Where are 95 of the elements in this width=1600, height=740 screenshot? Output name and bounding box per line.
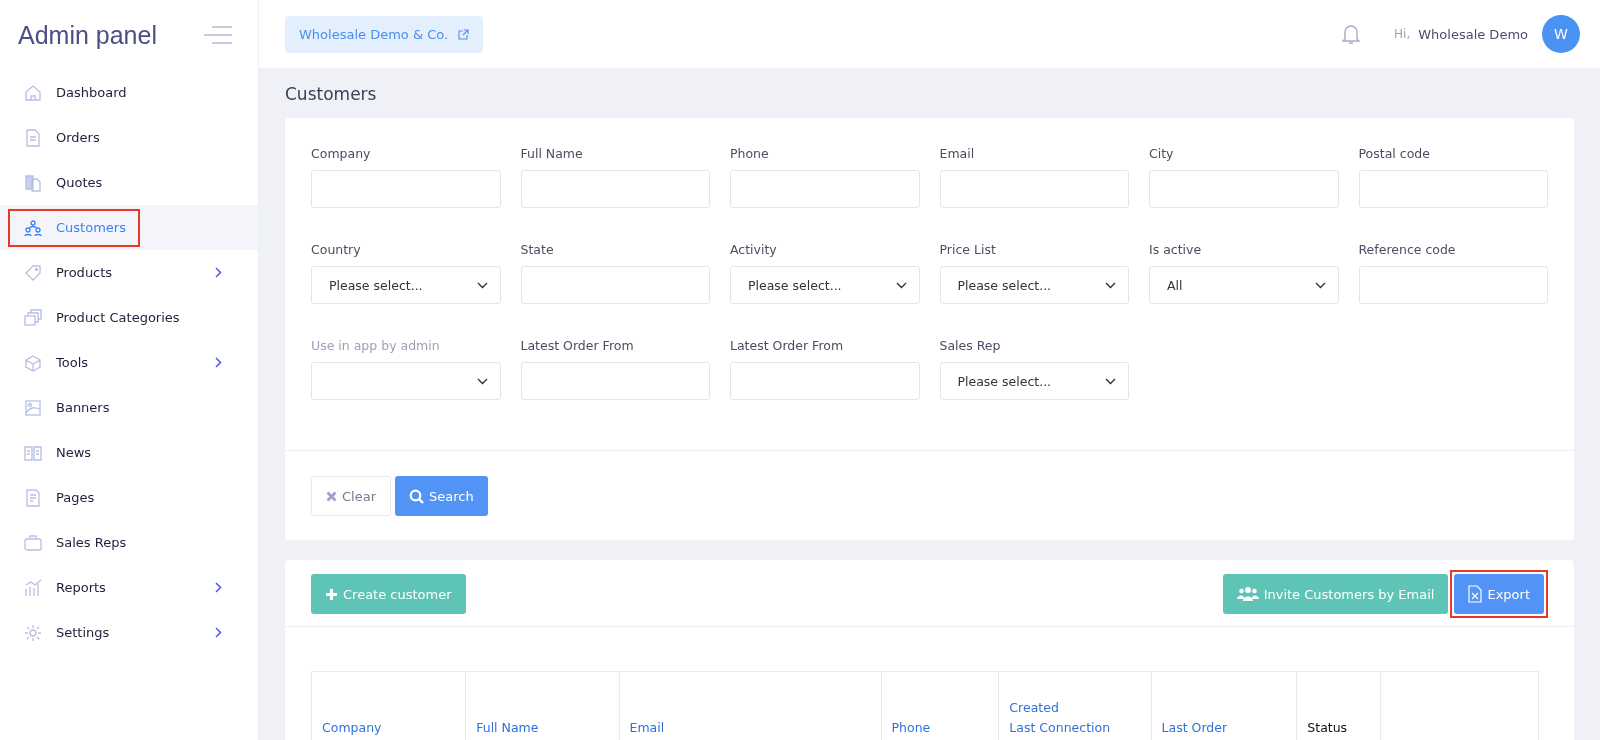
stacked-cards-icon — [24, 308, 42, 327]
menu-icon[interactable] — [204, 25, 232, 45]
chevron-down-icon — [1105, 281, 1116, 289]
column-header[interactable]: Last Order — [1151, 671, 1297, 740]
field-label: Activity — [730, 242, 778, 258]
briefcase-icon — [24, 533, 42, 552]
document-icon — [24, 128, 42, 147]
people-icon — [1236, 586, 1259, 602]
field-label: Sales Rep — [939, 338, 1002, 354]
select-field[interactable]: Please select... — [311, 266, 501, 304]
field-label: City — [1149, 146, 1175, 162]
box-icon — [24, 353, 42, 372]
user-name[interactable]: Wholesale Demo — [1418, 26, 1528, 42]
tag-icon — [24, 263, 42, 282]
column-header[interactable]: Phone — [881, 671, 999, 740]
spreadsheet-file-icon — [1468, 585, 1483, 603]
field-label: Reference code — [1358, 242, 1457, 258]
field-label: Company — [311, 146, 372, 162]
sidebar-item-label: Customers — [56, 220, 126, 235]
sidebar-item[interactable]: Tools — [0, 340, 258, 385]
column-header[interactable]: Company — [311, 671, 466, 740]
sidebar-item-label: Tools — [56, 355, 89, 370]
field-label: Use in app by admin — [311, 338, 441, 354]
field-label: Latest Order From — [730, 338, 845, 354]
select-field[interactable]: Please select... — [730, 266, 920, 304]
field-label: Phone — [730, 146, 770, 162]
column-header[interactable]: Email — [619, 671, 882, 740]
app-title: Admin panel — [18, 20, 157, 50]
field-label: Latest Order From — [520, 338, 635, 354]
field-label: Postal code — [1358, 146, 1431, 162]
input-field[interactable] — [730, 170, 920, 208]
external-link-icon — [458, 28, 470, 40]
field-label: Is active — [1149, 242, 1203, 258]
sidebar-item[interactable]: Products — [0, 250, 258, 295]
field-label: State — [520, 242, 555, 258]
sidebar-item-label: Sales Reps — [56, 535, 127, 550]
picture-icon — [24, 398, 42, 417]
column-header: Status — [1296, 671, 1381, 740]
input-field[interactable] — [311, 170, 501, 208]
sidebar-item-label: Product Categories — [56, 310, 180, 325]
column-header[interactable]: Created Last Connection — [998, 671, 1152, 740]
sidebar-item-label: Settings — [56, 625, 110, 640]
field-label: Price List — [939, 242, 997, 258]
chevron-down-icon — [1105, 377, 1116, 385]
sidebar-item[interactable]: Settings — [0, 610, 258, 655]
greeting-text: Hi, — [1394, 27, 1411, 41]
sidebar-item-label: Products — [56, 265, 113, 280]
plus-icon — [325, 587, 338, 601]
field-label: Full Name — [520, 146, 584, 162]
sidebar-item[interactable]: Dashboard — [0, 70, 258, 115]
input-field[interactable] — [1358, 170, 1548, 208]
select-field[interactable] — [311, 362, 501, 400]
book-icon — [24, 443, 42, 462]
input-field[interactable] — [520, 266, 710, 304]
documents-icon — [24, 173, 42, 192]
input-field[interactable] — [730, 362, 920, 400]
chevron-down-icon — [1314, 281, 1326, 289]
input-field[interactable] — [1358, 266, 1548, 304]
field-label: Country — [311, 242, 362, 258]
input-field[interactable] — [520, 170, 710, 208]
sidebar-item-label: Banners — [56, 400, 110, 415]
input-field[interactable] — [1149, 170, 1339, 208]
select-field[interactable]: Please select... — [939, 266, 1129, 304]
clear-button[interactable]: Clear — [311, 476, 391, 516]
chevron-down-icon — [895, 281, 907, 289]
bell-icon[interactable] — [1342, 23, 1361, 45]
sidebar-item[interactable]: Banners — [0, 385, 258, 430]
sidebar-item[interactable]: Quotes — [0, 160, 258, 205]
chevron-down-icon — [476, 377, 488, 385]
sidebar-item[interactable]: News — [0, 430, 258, 475]
sidebar-item[interactable]: Pages — [0, 475, 258, 520]
page-title: Customers — [285, 84, 378, 104]
select-field[interactable]: Please select... — [939, 362, 1129, 400]
people-icon — [24, 218, 42, 237]
search-icon — [409, 488, 424, 504]
house-icon — [24, 83, 42, 102]
bar-chart-icon — [24, 578, 42, 597]
sidebar-item-label: Orders — [56, 130, 100, 145]
sidebar-item[interactable]: Product Categories — [0, 295, 258, 340]
sidebar-item-label: Pages — [56, 490, 95, 505]
sidebar-item[interactable]: Reports — [0, 565, 258, 610]
select-field[interactable]: All — [1149, 266, 1339, 304]
chevron-down-icon — [476, 281, 488, 289]
input-field[interactable] — [520, 362, 710, 400]
close-icon — [326, 490, 337, 502]
column-header[interactable]: Full Name — [465, 671, 619, 740]
field-label: Email — [939, 146, 976, 162]
sidebar-item[interactable]: Sales Reps — [0, 520, 258, 565]
page-icon — [24, 488, 42, 507]
sidebar-item-label: Quotes — [56, 175, 103, 190]
sidebar-item-label: Dashboard — [56, 85, 127, 100]
sidebar-item-label: Reports — [56, 580, 106, 595]
input-field[interactable] — [939, 170, 1129, 208]
sidebar-item-label: News — [56, 445, 92, 460]
sidebar-item[interactable]: Orders — [0, 115, 258, 160]
